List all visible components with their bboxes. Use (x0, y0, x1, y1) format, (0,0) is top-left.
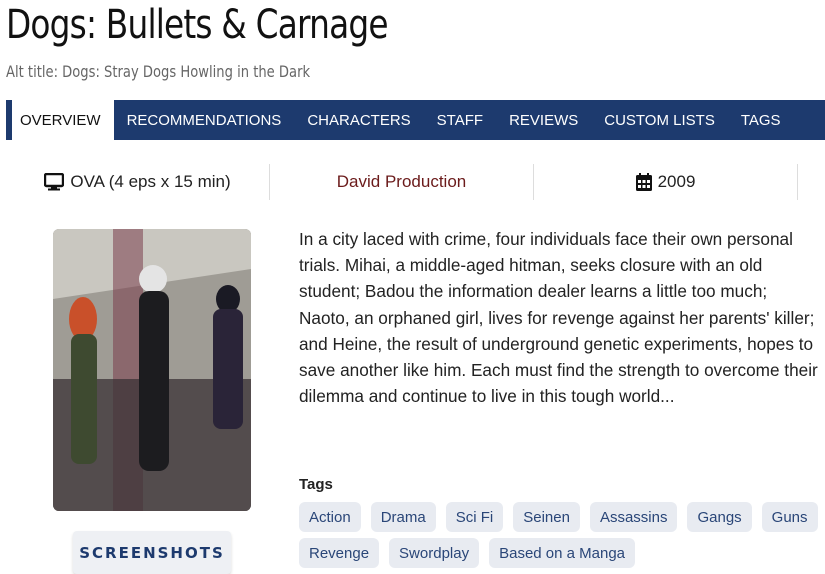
format-info: OVA (4 eps x 15 min) (6, 164, 270, 200)
tag-gangs[interactable]: Gangs (687, 502, 752, 532)
synopsis: In a city laced with crime, four individ… (299, 229, 818, 407)
tag-guns[interactable]: Guns (761, 502, 818, 532)
tag-list: Action Drama Sci Fi Seinen Assassins Gan… (299, 502, 823, 568)
calendar-icon (635, 173, 652, 191)
format-text: OVA (4 eps x 15 min) (70, 172, 231, 191)
meta-bar: OVA (4 eps x 15 min) David Production 20… (6, 163, 825, 201)
studio-info[interactable]: David Production (270, 164, 534, 200)
tab-reviews[interactable]: REVIEWS (496, 100, 591, 140)
alt-title: Alt title: Dogs: Stray Dogs Howling in t… (6, 62, 311, 81)
tags-heading: Tags (299, 476, 333, 493)
tab-tags[interactable]: TAGS (728, 100, 794, 140)
page-title: Dogs: Bullets & Carnage (6, 2, 389, 48)
tab-characters[interactable]: CHARACTERS (294, 100, 423, 140)
tag-revenge[interactable]: Revenge (299, 538, 380, 568)
tag-seinen[interactable]: Seinen (513, 502, 580, 532)
tag-sci-fi[interactable]: Sci Fi (445, 502, 504, 532)
tab-recommendations[interactable]: RECOMMENDATIONS (114, 100, 295, 140)
tag-action[interactable]: Action (299, 502, 361, 532)
tab-bar: OVERVIEW RECOMMENDATIONS CHARACTERS STAF… (6, 100, 825, 140)
monitor-icon (44, 173, 65, 191)
screenshots-button[interactable]: SCREENSHOTS (73, 531, 231, 574)
year-text: 2009 (657, 172, 696, 191)
year-info: 2009 (534, 164, 798, 200)
cover-illustration (53, 229, 251, 511)
tab-staff[interactable]: STAFF (424, 100, 496, 140)
tag-based-on-a-manga[interactable]: Based on a Manga (489, 538, 636, 568)
tag-swordplay[interactable]: Swordplay (389, 538, 480, 568)
tab-overview[interactable]: OVERVIEW (6, 100, 114, 140)
tag-assassins[interactable]: Assassins (589, 502, 678, 532)
cover-image (53, 229, 251, 511)
studio-link[interactable]: David Production (337, 172, 466, 192)
tag-drama[interactable]: Drama (370, 502, 436, 532)
tab-custom-lists[interactable]: CUSTOM LISTS (591, 100, 728, 140)
